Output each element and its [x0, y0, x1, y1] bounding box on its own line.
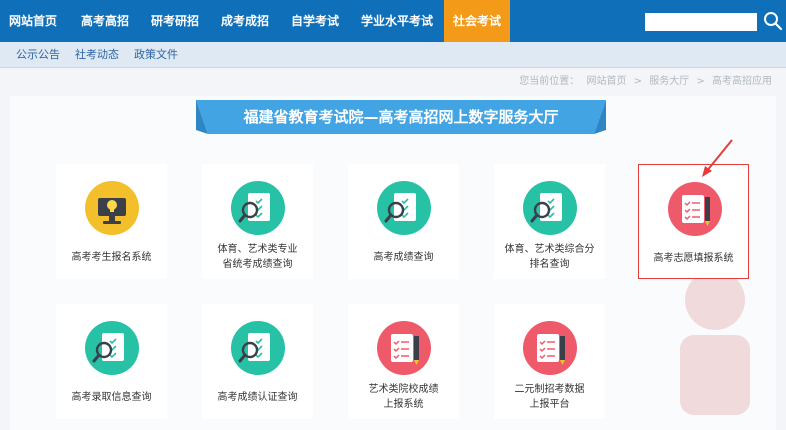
nav-item-yankao[interactable]: 研考研招: [140, 0, 210, 42]
service-card-art-sports-scores[interactable]: 体育、艺术类专业 省统考成绩查询: [202, 164, 313, 279]
subnav-item-announcements[interactable]: 公示公告: [16, 42, 60, 68]
service-card-score-certification[interactable]: 高考成绩认证查询: [202, 304, 313, 419]
card-label: 体育、艺术类综合分 排名查询: [504, 244, 595, 270]
search-icon[interactable]: [763, 11, 783, 31]
checklist-pencil-icon: [668, 182, 722, 236]
card-label: 高考成绩认证查询: [217, 392, 298, 403]
breadcrumb-separator: >: [696, 76, 705, 87]
breadcrumb: 您当前位置： 网站首页 > 服务大厅 > 高考高招应用: [515, 72, 772, 88]
service-card-art-college-reporting[interactable]: 艺术类院校成绩 上报系统: [348, 304, 459, 419]
nav-item-xueye[interactable]: 学业水平考试: [350, 0, 444, 42]
subnav-item-policies[interactable]: 政策文件: [134, 42, 178, 68]
document-search-icon: [231, 181, 285, 235]
service-card-art-sports-ranking[interactable]: 体育、艺术类综合分 排名查询: [494, 164, 605, 279]
checklist-pencil-icon: [377, 321, 431, 375]
card-label: 高考成绩查询: [373, 252, 434, 263]
card-label: 高考考生报名系统: [71, 252, 152, 263]
breadcrumb-separator: >: [633, 76, 643, 87]
service-card-admission-info[interactable]: 高考录取信息查询: [56, 304, 167, 419]
arrow-pointer-icon: [702, 139, 733, 177]
card-label: 高考志愿填报系统: [653, 253, 734, 264]
service-card-gaokao-scores[interactable]: 高考成绩查询: [348, 164, 459, 279]
service-card-dual-system-reporting[interactable]: 二元制招考数据 上报平台: [494, 304, 605, 419]
document-search-icon: [523, 181, 577, 235]
monitor-lightbulb-icon: [85, 181, 139, 235]
service-card-application-system[interactable]: 高考志愿填报系统: [638, 164, 749, 279]
card-label: 体育、艺术类专业 省统考成绩查询: [217, 244, 298, 270]
breadcrumb-home[interactable]: 网站首页: [586, 76, 626, 87]
nav-item-shehui[interactable]: 社会考试: [444, 0, 510, 42]
nav-item-gaokao[interactable]: 高考高招: [70, 0, 140, 42]
card-label: 二元制招考数据 上报平台: [514, 384, 585, 410]
card-label: 高考录取信息查询: [71, 392, 152, 403]
service-card-registration[interactable]: 高考考生报名系统: [56, 164, 167, 279]
nav-item-home[interactable]: 网站首页: [2, 0, 64, 42]
decorative-graphic: [680, 270, 750, 415]
top-nav: 网站首页 高考高招 研考研招 成考成招 自学考试 学业水平考试 社会考试: [0, 0, 786, 42]
document-search-icon: [377, 181, 431, 235]
nav-item-zixue[interactable]: 自学考试: [280, 0, 350, 42]
page-title: 福建省教育考试院—高考高招网上数字服务大厅: [243, 108, 559, 126]
subnav-item-news[interactable]: 社考动态: [75, 42, 119, 68]
sub-nav: 公示公告 社考动态 政策文件: [0, 42, 786, 68]
breadcrumb-prefix: 您当前位置：: [519, 76, 580, 87]
search-input[interactable]: [645, 13, 757, 31]
card-label: 艺术类院校成绩 上报系统: [368, 384, 439, 410]
document-search-icon: [231, 321, 285, 375]
document-search-icon: [85, 321, 139, 375]
breadcrumb-hall[interactable]: 服务大厅: [649, 76, 689, 87]
breadcrumb-current: 高考高招应用: [712, 76, 772, 87]
nav-item-chengkao[interactable]: 成考成招: [210, 0, 280, 42]
checklist-pencil-icon: [523, 321, 577, 375]
